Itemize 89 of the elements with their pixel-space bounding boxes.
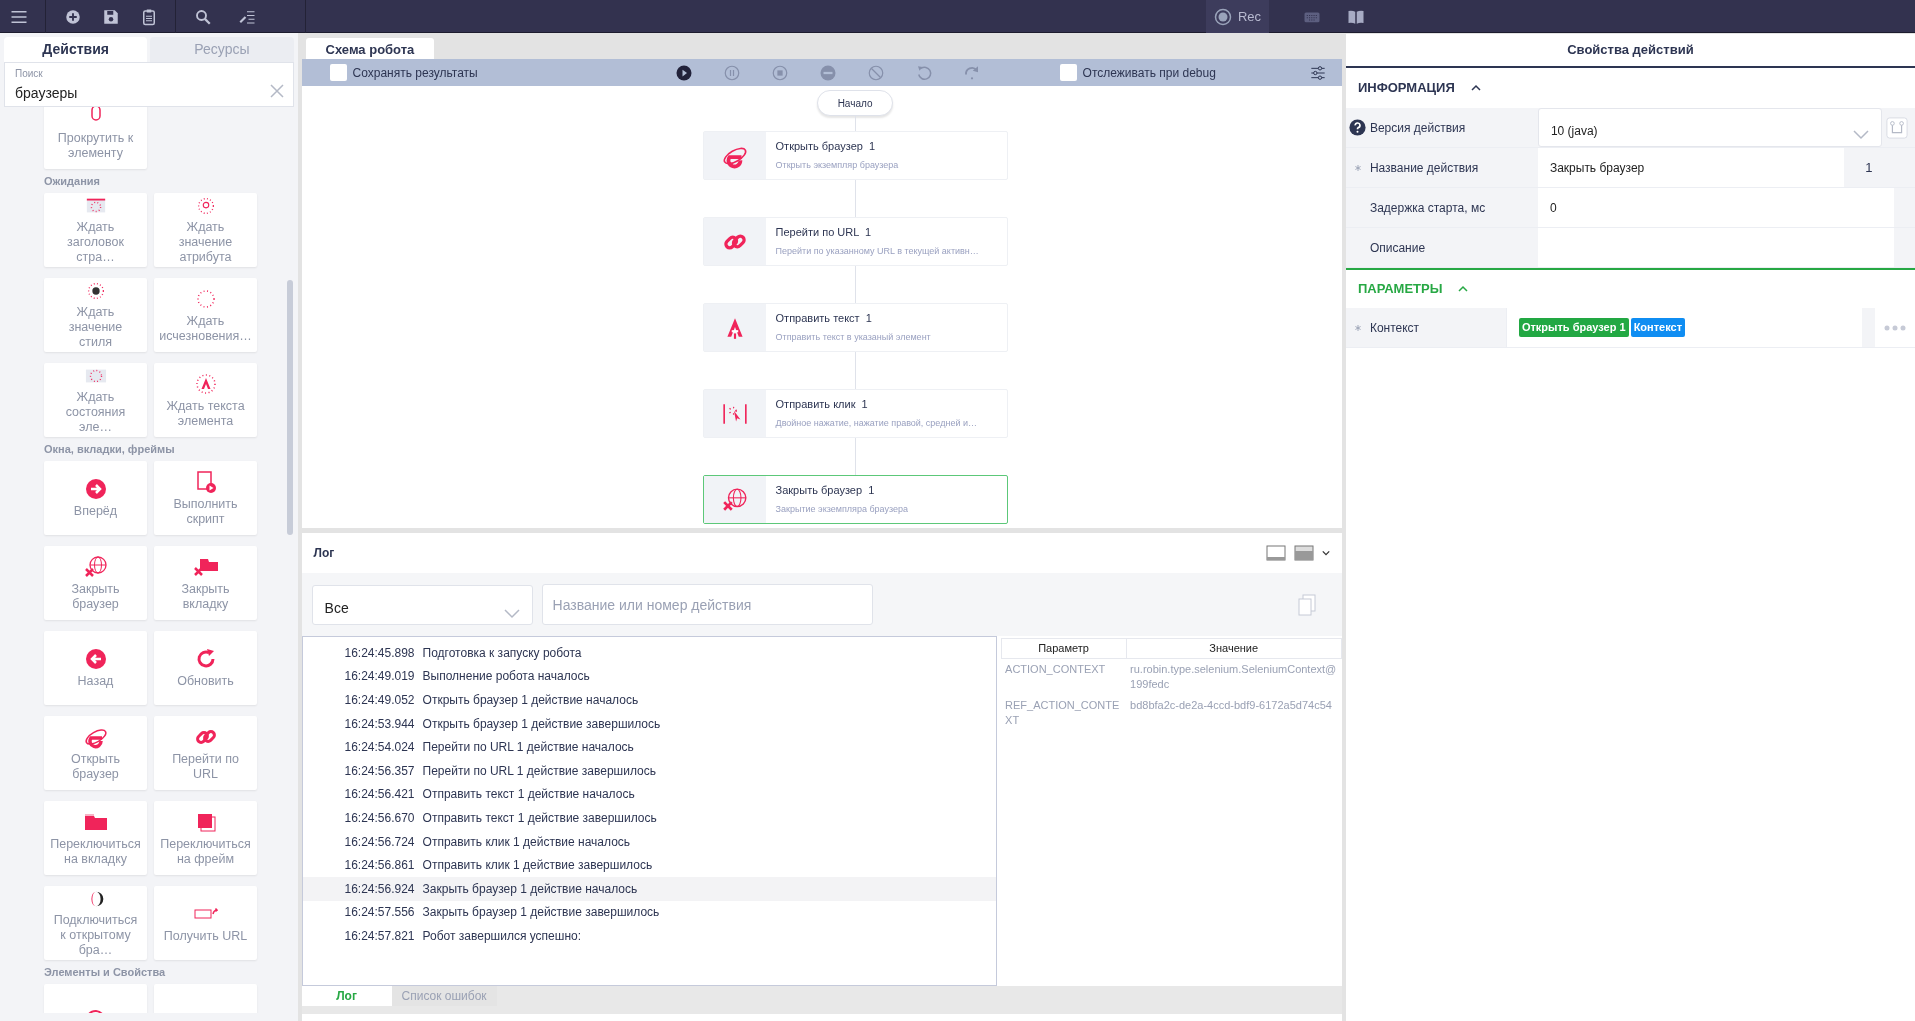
globe-cross-icon [83, 554, 108, 579]
filter-dropdown[interactable]: Все [311, 584, 533, 625]
more-button[interactable] [1875, 308, 1915, 347]
section-heading: Элементы и Свойства [44, 964, 167, 980]
chevron-down-icon [1852, 130, 1869, 140]
log-entry[interactable]: 16:24:57.556 Закрыть браузер 1 действие завершилось [302, 900, 996, 925]
rec-button[interactable]: Rec [1205, 0, 1269, 33]
scrollbar[interactable] [286, 280, 293, 535]
tag: Открыть браузер 1 [1518, 318, 1629, 337]
section-heading: Окна, вкладки, фреймы [44, 441, 176, 457]
start-node[interactable]: Начало [816, 90, 894, 116]
flow-node[interactable]: Закрыть браузер 1 Закрытие экземпляра браузера [702, 475, 1008, 524]
clipboard-icon[interactable] [140, 7, 158, 26]
log-entry[interactable]: 16:24:56.724 Отправить клик 1 действие началось [302, 829, 996, 854]
close-icon [268, 82, 285, 99]
counter: 1 [1864, 158, 1874, 177]
search-box[interactable]: Поиск браузеры [4, 62, 294, 107]
log-entry[interactable]: 16:24:57.821 Робот завершился успешно: [302, 924, 996, 948]
column-header: Параметр [1001, 638, 1127, 659]
node-description: Открыть экземпляр браузера [775, 158, 899, 172]
checkbox[interactable] [329, 64, 347, 81]
log-entry[interactable]: 16:24:49.019 Выполнение робота началось [302, 664, 996, 689]
log-entry[interactable]: 16:24:56.861 Отправить клик 1 действие завершилось [302, 853, 996, 877]
log-entry[interactable]: 16:24:49.052 Открыть браузер 1 действие началось [302, 688, 996, 712]
node-description: Двойное нажатие, нажатие правой, средней и… [775, 416, 977, 430]
chevron-down-icon [503, 608, 520, 619]
record-icon [1213, 7, 1232, 26]
flow-node[interactable]: Отправить клик 1 Двойное нажатие, нажатие правой, средней и… [702, 389, 1008, 438]
table-cell: ACTION_CONTEXT [1001, 658, 1127, 695]
chevron-down-icon[interactable] [1321, 549, 1330, 557]
log-entry[interactable]: 16:24:45.898 Подготовка к запуску робота [302, 641, 996, 665]
node-description: Перейти по указанному URL в текущей активн… [775, 244, 979, 258]
field-label: Поиск [15, 67, 44, 81]
field-label: Контекст [1369, 319, 1420, 337]
flow-node[interactable]: Отправить текст 1 Отправить текст в указаный элемент [702, 303, 1008, 352]
checkbox-label: Отслеживать при debug [1082, 64, 1216, 82]
version-dropdown[interactable]: 10 (java) [1537, 108, 1882, 147]
layout-bottom-icon[interactable] [1265, 545, 1286, 561]
node-description: Отправить текст в указаный элемент [775, 330, 931, 344]
play-icon[interactable] [674, 63, 693, 82]
search-field[interactable]: Название или номер действия [541, 584, 873, 625]
checkbox[interactable] [1059, 64, 1077, 81]
branch-icon[interactable] [1885, 116, 1908, 139]
panel-title: Лог [313, 545, 335, 562]
checkbox-label: Сохранять результаты [352, 64, 478, 82]
settings-sliders-icon[interactable] [1309, 64, 1326, 81]
node-title: Отправить текст 1 [775, 311, 873, 326]
chevron-up-icon[interactable] [1470, 84, 1481, 92]
node-description: Закрытие экземпляра браузера [775, 502, 909, 516]
table-cell: ru.robin.type.selenium.SeleniumContext@199fedc [1126, 658, 1342, 695]
panel-tab[interactable]: Действия [4, 37, 148, 62]
log-entry[interactable]: 16:24:53.944 Открыть браузер 1 действие завершилось [302, 711, 996, 736]
flow-node[interactable]: Перейти по URL 1 Перейти по указанному URL в текущей активн… [702, 217, 1008, 266]
section-heading: ПАРАМЕТРЫ [1357, 280, 1443, 299]
tab[interactable]: Схема робота [305, 38, 435, 59]
help-icon[interactable] [1349, 119, 1367, 136]
search-field[interactable]: браузеры [15, 83, 265, 104]
panel-title: Свойства действий [1345, 34, 1915, 68]
arrow-left-circle-icon [83, 647, 108, 671]
field-label: Описание [1369, 239, 1426, 257]
column-header: Значение [1126, 638, 1342, 659]
layout-split-icon[interactable] [1293, 545, 1314, 561]
search-icon[interactable] [194, 7, 212, 26]
node-title: Открыть браузер 1 [775, 139, 877, 154]
log-entry[interactable]: 16:24:56.357 Перейти по URL 1 действие завершилось [302, 758, 996, 783]
field-label: Задержка старта, мс [1369, 199, 1486, 217]
arrow-right-circle-icon [83, 477, 108, 501]
log-entry[interactable]: 16:24:54.024 Перейти по URL 1 действие началось [302, 735, 996, 759]
copy-icon[interactable] [1297, 593, 1316, 616]
node-title: Отправить клик 1 [775, 397, 869, 412]
description-field[interactable] [1537, 228, 1894, 267]
text-field[interactable]: 0 [1537, 188, 1894, 227]
log-entry[interactable]: 16:24:56.670 Отправить текст 1 действие завершилось [302, 806, 996, 830]
field-label: Версия действия [1369, 119, 1466, 137]
text-field[interactable]: Закрыть браузер [1537, 148, 1844, 187]
table-cell-text: REF_ACTION_CONTEXT [1004, 698, 1121, 728]
plus-circle-icon[interactable] [64, 7, 82, 26]
more-dots-icon [1884, 324, 1906, 331]
globe-cross-icon [721, 486, 748, 513]
field-label: Название действия [1369, 159, 1479, 177]
log-entry[interactable]: 16:24:56.924 Закрыть браузер 1 действие началось [302, 876, 996, 901]
tag: Контекст [1630, 318, 1686, 337]
log-entry[interactable]: 16:24:56.421 Отправить текст 1 действие началось [302, 782, 996, 807]
flow-node[interactable]: Открыть браузер 1 Открыть экземпляр браузера [702, 131, 1008, 180]
table-cell-text: bd8bfa2c-de2a-4ccd-bdf9-6172a5d74c54 [1129, 698, 1333, 713]
section-heading: ИНФОРМАЦИЯ [1357, 79, 1455, 98]
node-title: Перейти по URL 1 [775, 225, 873, 240]
node-title: Закрыть браузер 1 [775, 483, 876, 498]
section-heading: Ожидания [44, 173, 102, 189]
